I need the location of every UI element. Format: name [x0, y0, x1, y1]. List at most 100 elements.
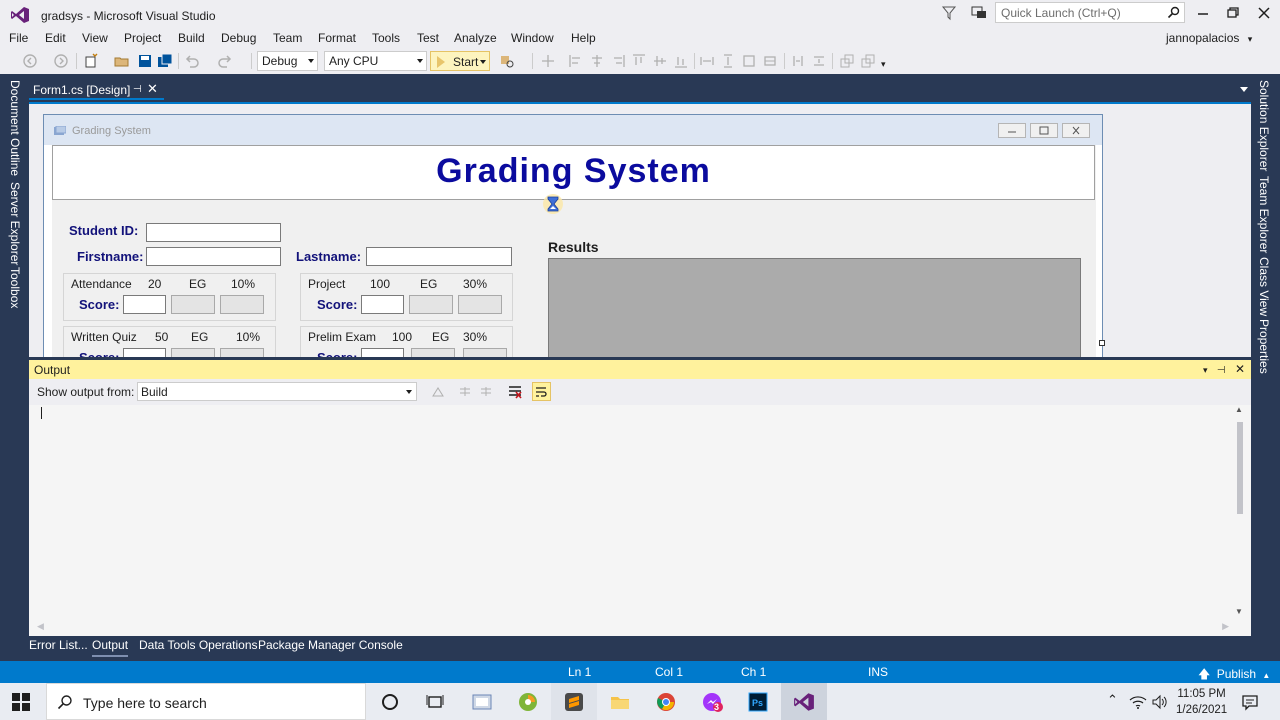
tab-list-dropdown-icon[interactable]: [1240, 87, 1248, 92]
new-project-icon[interactable]: [83, 53, 99, 69]
make-same-width-icon[interactable]: [699, 53, 715, 69]
menu-build[interactable]: Build: [178, 31, 205, 45]
align-centers-icon[interactable]: [589, 53, 605, 69]
open-folder-icon[interactable]: [114, 53, 130, 69]
solution-configuration-select[interactable]: Debug: [257, 51, 318, 71]
minimize-icon[interactable]: [1195, 6, 1211, 20]
file-explorer-icon[interactable]: [609, 691, 631, 713]
student-id-input[interactable]: [146, 223, 281, 242]
prelim-exam-score-input[interactable]: [361, 348, 404, 357]
quick-launch-input[interactable]: Quick Launch (Ctrl+Q): [995, 2, 1185, 23]
results-panel[interactable]: [548, 258, 1081, 357]
menu-file[interactable]: File: [9, 31, 28, 45]
auto-hide-pin-icon[interactable]: ⊣: [1217, 365, 1226, 376]
written-quiz-score-input[interactable]: [123, 348, 166, 357]
form-maximize-button[interactable]: [1030, 123, 1058, 138]
task-view-icon[interactable]: [424, 691, 446, 713]
scroll-left-icon[interactable]: ◀: [37, 621, 44, 632]
solution-explorer-tab[interactable]: Solution Explorer: [1257, 80, 1271, 171]
server-explorer-tab[interactable]: Server Explorer: [8, 182, 22, 265]
form-minimize-button[interactable]: [998, 123, 1026, 138]
send-to-back-icon[interactable]: [860, 53, 876, 69]
redo-icon[interactable]: [217, 53, 233, 69]
project-score-input[interactable]: [361, 295, 404, 314]
back-icon[interactable]: [22, 53, 38, 69]
chrome-icon[interactable]: [655, 691, 677, 713]
form-close-button[interactable]: [1062, 123, 1090, 138]
align-middles-icon[interactable]: [652, 53, 668, 69]
menu-format[interactable]: Format: [318, 31, 356, 45]
horizontal-spacing-icon[interactable]: [790, 53, 806, 69]
show-hidden-icons-icon[interactable]: ⌃: [1107, 692, 1118, 708]
toolbox-tab[interactable]: Toolbox: [8, 267, 22, 308]
visual-studio-taskbar-icon[interactable]: [793, 691, 815, 713]
tab-package-manager-console[interactable]: Package Manager Console: [258, 638, 403, 655]
header-panel[interactable]: Grading System: [52, 145, 1095, 200]
attendance-score-input[interactable]: [123, 295, 166, 314]
menu-debug[interactable]: Debug: [221, 31, 256, 45]
menu-edit[interactable]: Edit: [45, 31, 66, 45]
team-explorer-tab[interactable]: Team Explorer: [1257, 176, 1271, 253]
align-rights-icon[interactable]: [610, 53, 626, 69]
make-same-height-icon[interactable]: [720, 53, 736, 69]
undo-icon[interactable]: [184, 53, 200, 69]
scrollbar-thumb[interactable]: [1237, 422, 1243, 514]
window-position-dropdown-icon[interactable]: ▾: [1203, 365, 1208, 375]
photo-app-icon[interactable]: [517, 691, 539, 713]
screen-recorder-app-icon[interactable]: [471, 691, 493, 713]
vertical-spacing-icon[interactable]: [811, 53, 827, 69]
align-tops-icon[interactable]: [631, 53, 647, 69]
find-in-files-icon[interactable]: [499, 53, 515, 69]
menu-test[interactable]: Test: [417, 31, 439, 45]
form1-window[interactable]: Grading System Grading System Student ID…: [43, 114, 1103, 357]
lastname-input[interactable]: [366, 247, 512, 266]
tab-output[interactable]: Output: [92, 638, 129, 657]
size-to-grid-icon[interactable]: [762, 53, 778, 69]
scroll-up-icon[interactable]: ▲: [1235, 405, 1243, 414]
menu-tools[interactable]: Tools: [372, 31, 400, 45]
scroll-down-icon[interactable]: ▼: [1235, 607, 1243, 616]
scroll-right-icon[interactable]: ▶: [1222, 621, 1229, 632]
action-center-icon[interactable]: [1241, 693, 1259, 711]
firstname-input[interactable]: [146, 247, 281, 266]
menu-team[interactable]: Team: [273, 31, 302, 45]
tab-error-list[interactable]: Error List...: [29, 638, 88, 655]
close-output-icon[interactable]: ✕: [1235, 362, 1245, 376]
align-to-grid-icon[interactable]: [540, 53, 556, 69]
messenger-icon[interactable]: [701, 691, 723, 713]
next-message-icon[interactable]: [478, 384, 494, 400]
photoshop-icon[interactable]: Ps: [747, 691, 769, 713]
align-bottoms-icon[interactable]: [673, 53, 689, 69]
bring-to-front-icon[interactable]: [839, 53, 855, 69]
search-icon[interactable]: [1167, 6, 1180, 19]
start-debugging-button[interactable]: Start: [430, 51, 490, 71]
make-same-size-icon[interactable]: [741, 53, 757, 69]
windows-start-icon[interactable]: [12, 693, 30, 711]
align-lefts-icon[interactable]: [568, 53, 584, 69]
account-menu[interactable]: jannopalacios ▾: [1166, 31, 1252, 45]
cortana-icon[interactable]: [379, 691, 401, 713]
feedback-icon[interactable]: [970, 5, 988, 21]
previous-message-icon[interactable]: [457, 384, 473, 400]
solution-platform-select[interactable]: Any CPU: [324, 51, 427, 71]
save-icon[interactable]: [137, 53, 153, 69]
close-tab-icon[interactable]: ✕: [147, 81, 158, 97]
save-all-icon[interactable]: [157, 53, 173, 69]
document-outline-tab[interactable]: Document Outline: [8, 80, 22, 176]
tab-form1-design[interactable]: Form1.cs [Design] ⊣ ✕: [29, 81, 164, 100]
menu-analyze[interactable]: Analyze: [454, 31, 497, 45]
menu-help[interactable]: Help: [571, 31, 596, 45]
tab-data-tools-operations[interactable]: Data Tools Operations: [139, 638, 258, 655]
system-clock[interactable]: 11:05 PM 1/26/2021: [1176, 686, 1227, 718]
volume-icon[interactable]: [1151, 694, 1169, 710]
toggle-word-wrap-button[interactable]: [532, 382, 551, 401]
menu-project[interactable]: Project: [124, 31, 161, 45]
clear-all-icon[interactable]: [507, 384, 523, 400]
menu-view[interactable]: View: [82, 31, 108, 45]
properties-tab[interactable]: Properties: [1257, 319, 1271, 374]
sublime-text-icon[interactable]: [563, 691, 585, 713]
show-output-from-select[interactable]: Build: [137, 382, 417, 401]
class-view-tab[interactable]: Class View: [1257, 257, 1271, 316]
output-text-area[interactable]: ▲ ▼ ◀ ▶: [29, 405, 1251, 636]
notification-filter-icon[interactable]: [941, 5, 957, 21]
